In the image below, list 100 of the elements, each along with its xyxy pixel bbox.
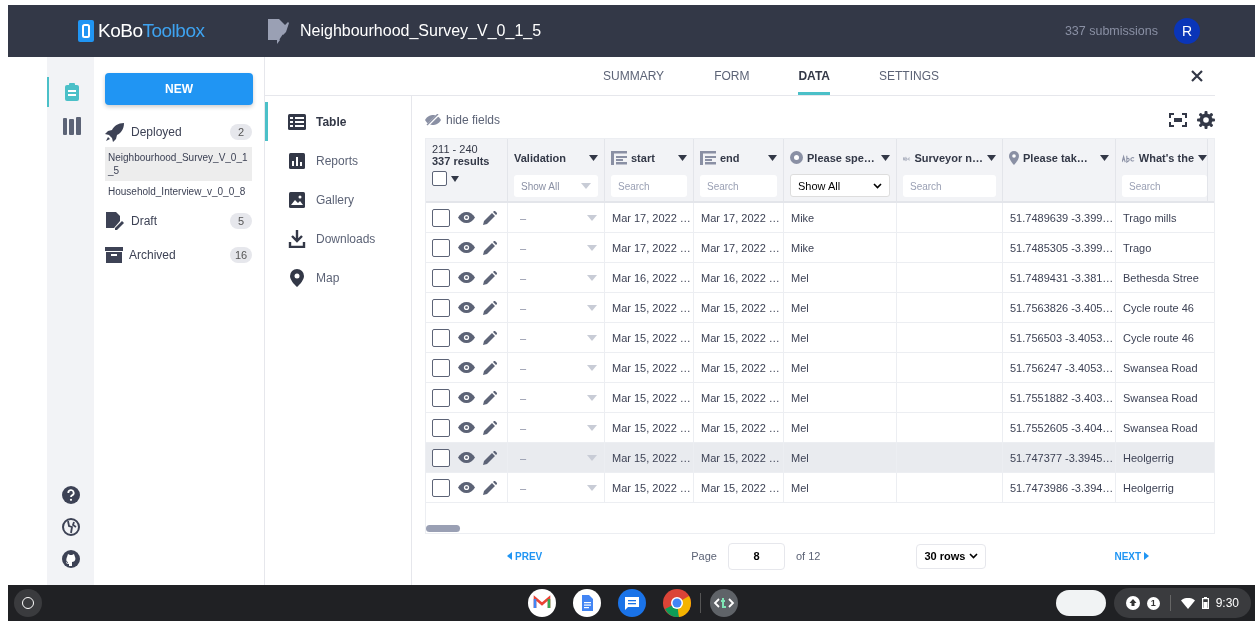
caret-icon[interactable] — [451, 175, 459, 182]
section-link[interactable]: Downloads — [265, 219, 411, 258]
search-field[interactable]: Search — [1122, 175, 1207, 197]
caret-icon — [581, 183, 591, 189]
section-link[interactable]: Reports — [265, 141, 411, 180]
section-link[interactable]: Map — [265, 258, 411, 297]
eye-icon[interactable] — [458, 392, 475, 403]
pencil-icon[interactable] — [483, 360, 497, 375]
caret-left-icon — [507, 552, 512, 560]
pencil-icon[interactable] — [483, 390, 497, 405]
window-thumbnail[interactable] — [1055, 590, 1106, 616]
document-app-icon[interactable] — [573, 589, 601, 617]
row-checkbox[interactable] — [432, 268, 450, 287]
mail-app-icon[interactable] — [528, 589, 556, 617]
pencil-icon[interactable] — [483, 420, 497, 435]
caret-icon[interactable] — [678, 155, 687, 161]
row-checkbox[interactable] — [432, 478, 450, 497]
github-icon[interactable] — [61, 550, 80, 568]
row-checkbox[interactable] — [432, 418, 450, 437]
column-header[interactable]: Validation — [514, 152, 585, 164]
eye-icon[interactable] — [458, 482, 475, 493]
column-header[interactable]: Please spe… — [807, 151, 877, 164]
tab[interactable]: SETTINGS — [854, 57, 964, 95]
caret-icon[interactable] — [1198, 155, 1207, 161]
eye-icon[interactable] — [458, 362, 475, 373]
sidebar-category[interactable]: Deployed 2 — [105, 117, 252, 147]
validation-status[interactable]: – — [520, 301, 527, 314]
search-field[interactable]: Search — [611, 175, 687, 197]
hide-fields-button[interactable]: hide fields — [425, 113, 501, 127]
pencil-icon[interactable] — [483, 330, 497, 345]
scrollbar-thumb[interactable] — [426, 525, 460, 532]
logo-text[interactable]: KoBoToolbox — [98, 20, 205, 42]
table-cell: Mike — [791, 241, 815, 254]
eye-icon[interactable] — [458, 272, 475, 283]
pencil-icon[interactable] — [483, 300, 497, 315]
filter-dropdown[interactable]: Show All — [514, 175, 598, 197]
globe-icon[interactable] — [61, 518, 80, 536]
validation-status[interactable]: – — [520, 271, 527, 284]
column-header[interactable]: start — [631, 152, 674, 164]
row-checkbox[interactable] — [432, 388, 450, 407]
terminal-app-icon[interactable] — [710, 589, 738, 617]
caret-icon[interactable] — [768, 155, 777, 161]
row-checkbox[interactable] — [432, 208, 450, 227]
eye-icon[interactable] — [458, 212, 475, 223]
select-all-checkbox[interactable] — [432, 171, 447, 186]
validation-status[interactable]: – — [520, 481, 527, 494]
chevron-icon — [873, 182, 882, 189]
browser-app-icon[interactable] — [663, 589, 691, 617]
caret-icon[interactable] — [987, 155, 996, 161]
eye-icon[interactable] — [458, 422, 475, 433]
validation-status[interactable]: – — [520, 391, 527, 404]
row-checkbox[interactable] — [432, 298, 450, 317]
fullscreen-icon[interactable] — [1169, 113, 1187, 127]
rows-per-page-dropdown[interactable]: 30 rows — [916, 543, 987, 569]
page-number-field[interactable]: 8 — [727, 542, 785, 570]
pencil-icon[interactable] — [483, 480, 497, 495]
tab[interactable]: DATA — [798, 57, 830, 95]
eye-icon[interactable] — [458, 242, 475, 253]
eye-icon[interactable] — [458, 332, 475, 343]
column-header[interactable]: end — [720, 152, 764, 164]
row-checkbox[interactable] — [432, 238, 450, 257]
row-checkbox[interactable] — [432, 358, 450, 377]
pencil-icon[interactable] — [483, 450, 497, 465]
search-field[interactable]: Search — [903, 175, 996, 197]
caret-icon[interactable] — [589, 155, 598, 161]
validation-status[interactable]: – — [520, 211, 527, 224]
table-cell: 51.7552605 -3.404… — [1010, 421, 1114, 434]
filter-dropdown[interactable]: Show All — [790, 174, 890, 197]
validation-status[interactable]: – — [520, 421, 527, 434]
help-icon[interactable] — [61, 486, 80, 504]
eye-icon[interactable] — [458, 452, 475, 463]
caret-icon[interactable] — [1100, 155, 1109, 161]
status-tray[interactable]: 1 9:30 — [1113, 588, 1251, 618]
column-header[interactable]: Surveyor n… — [914, 152, 983, 164]
validation-status[interactable]: – — [520, 241, 527, 254]
pencil-icon[interactable] — [483, 270, 497, 285]
sidebar-form-item[interactable]: Household_Interview_v_0_0_8 — [105, 181, 252, 202]
tab[interactable]: SUMMARY — [578, 57, 690, 95]
pencil-icon[interactable] — [483, 240, 497, 255]
user-avatar[interactable]: R — [1174, 18, 1200, 44]
pencil-icon[interactable] — [483, 210, 497, 225]
row-checkbox[interactable] — [432, 448, 450, 467]
section-link[interactable]: Table — [265, 102, 411, 141]
settings-icon[interactable] — [1197, 111, 1215, 129]
column-header[interactable]: What's the — [1138, 152, 1194, 164]
search-field[interactable]: Search — [700, 175, 777, 197]
caret-icon[interactable] — [881, 154, 890, 161]
column-header[interactable]: Please tak… — [1023, 152, 1096, 164]
sidebar-category[interactable]: Archived 16 — [105, 240, 252, 270]
sidebar-form-item[interactable]: Neighbourhood_Survey_V_0_1_5 — [105, 147, 252, 181]
messages-app-icon[interactable] — [618, 589, 646, 617]
tab[interactable]: FORM — [689, 57, 775, 95]
section-link[interactable]: Gallery — [265, 180, 411, 219]
close-icon[interactable] — [1191, 70, 1203, 82]
row-checkbox[interactable] — [432, 328, 450, 347]
launcher-button[interactable] — [14, 589, 42, 617]
validation-status[interactable]: – — [520, 331, 527, 344]
sidebar-category[interactable]: Draft 5 — [105, 206, 252, 236]
eye-icon[interactable] — [458, 302, 475, 313]
validation-status[interactable]: – — [520, 361, 527, 374]
